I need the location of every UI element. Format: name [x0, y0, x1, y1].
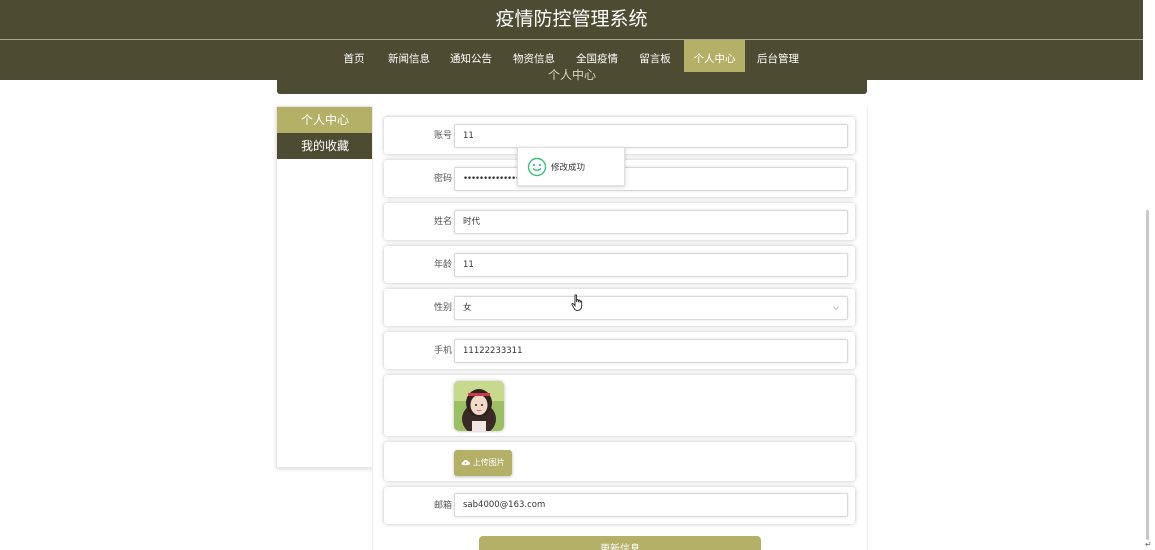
email-field[interactable]: sab4000@163.com	[454, 493, 848, 517]
page-scrollbar[interactable]	[1143, 0, 1155, 550]
return-glyph: ↵	[1145, 540, 1152, 549]
chevron-down-icon	[833, 306, 839, 311]
upload-row: 上传图片	[384, 442, 855, 481]
name-label: 姓名	[433, 217, 452, 227]
avatar-row	[384, 375, 855, 436]
cloud-upload-icon	[461, 459, 471, 466]
avatar	[454, 381, 504, 431]
toast-message: 修改成功	[551, 163, 586, 173]
top-header: 疫情防控管理系统 首页 新闻信息 通知公告 物资信息 全国疫情 留言板 个人中心…	[0, 0, 1143, 80]
smile-icon	[527, 157, 547, 177]
password-label: 密码	[433, 174, 452, 184]
gender-label: 性别	[433, 303, 452, 313]
section-title: 个人中心	[547, 69, 596, 82]
phone-field[interactable]: 11122233311	[454, 339, 848, 363]
gender-row: 性别 女	[384, 289, 855, 326]
success-toast: 修改成功	[517, 147, 625, 186]
sidebar-item-personal-center[interactable]: 个人中心	[277, 107, 373, 133]
hand-cursor-icon	[571, 294, 583, 311]
password-field[interactable]: ••••••••••••••••	[454, 167, 848, 191]
scrollbar-thumb[interactable]	[1146, 210, 1149, 540]
account-field[interactable]: 11	[454, 124, 848, 148]
upload-image-button[interactable]: 上传图片	[454, 450, 512, 476]
email-label: 邮箱	[433, 501, 452, 511]
section-title-bar: 个人中心	[277, 69, 867, 94]
update-info-button[interactable]: 更新信息	[479, 536, 761, 550]
avatar-image	[454, 381, 504, 431]
name-field[interactable]: 时代	[454, 210, 848, 234]
name-row: 姓名 时代	[384, 203, 855, 240]
account-label: 账号	[433, 131, 452, 141]
site-title: 疫情防控管理系统	[495, 8, 648, 30]
sidebar: 个人中心 我的收藏	[276, 106, 373, 468]
age-field[interactable]: 11	[454, 253, 848, 277]
upload-image-label: 上传图片	[472, 458, 505, 467]
gender-select[interactable]: 女	[454, 296, 848, 320]
age-row: 年龄 11	[384, 246, 855, 283]
gender-select-value: 女	[463, 303, 472, 313]
email-row: 邮箱 sab4000@163.com	[384, 487, 855, 524]
age-label: 年龄	[433, 260, 452, 270]
phone-row: 手机 11122233311	[384, 332, 855, 369]
sidebar-item-favorites[interactable]: 我的收藏	[277, 133, 373, 159]
phone-label: 手机	[433, 346, 452, 356]
